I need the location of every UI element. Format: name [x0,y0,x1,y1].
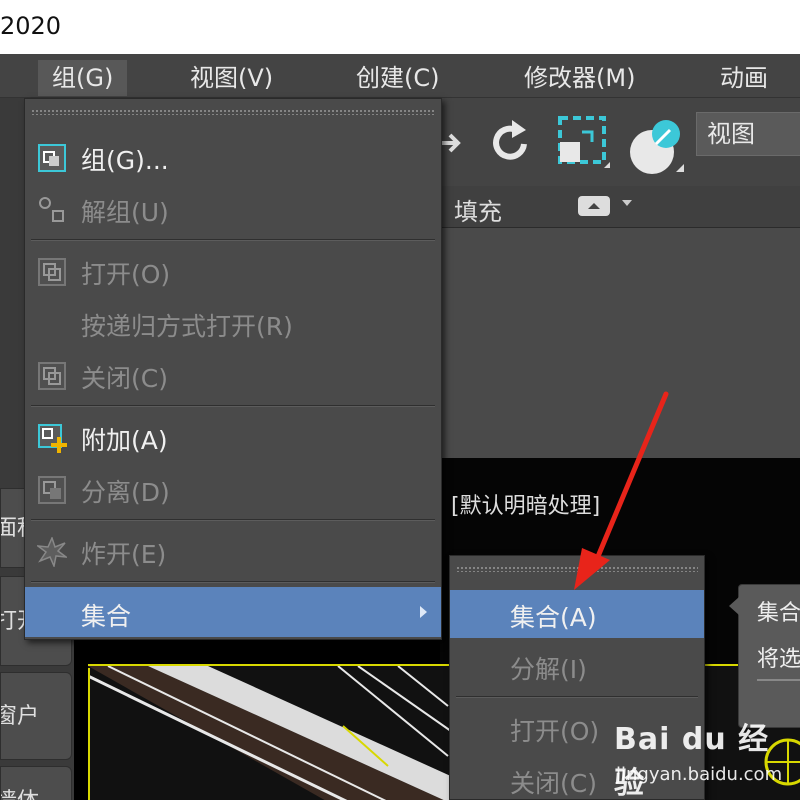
ribbon-panel [440,228,800,458]
open-group-icon [38,258,66,286]
ungroup-icon [39,197,64,222]
menu-create[interactable]: 创建(C) [342,60,453,96]
menu-animation[interactable]: 动画(A [706,60,800,128]
explode-icon [37,537,67,567]
redo-icon[interactable] [488,118,534,166]
tooltip-pointer [729,597,739,615]
menu-separator [31,405,435,407]
select-object-icon[interactable] [626,112,692,178]
submenu-tearoff-grip[interactable] [456,566,698,572]
menu-item-group[interactable]: 组(G)... [25,131,441,183]
group-icon [38,144,66,172]
menu-item-explode[interactable]: 炸开(E) [25,525,441,577]
eye-icon [588,203,600,209]
submenu-item-assemble[interactable]: 集合(A) [450,590,704,638]
menu-item-assembly[interactable]: 集合 [25,587,441,637]
menu-item-open[interactable]: 打开(O) [25,245,441,297]
close-group-icon [38,362,66,390]
menu-separator [31,581,435,583]
select-region-icon[interactable] [554,112,614,174]
submenu-item-disassemble[interactable]: 分解(I) [450,642,704,690]
tooltip-divider [757,679,800,681]
menu-view[interactable]: 视图(V) [176,60,287,96]
reference-coordinate-dropdown[interactable]: 视图 [696,112,800,156]
watermark-url: jingyan.baidu.com [616,764,783,785]
viewport-shading-label[interactable]: [默认明暗处理] [451,488,600,520]
fill-dropdown[interactable] [578,196,610,216]
menu-item-close[interactable]: 关闭(C) [25,349,441,401]
tooltip-description: 将选 [757,647,800,672]
chevron-down-icon[interactable] [622,200,632,206]
submenu-arrow-icon [420,606,427,618]
arrow-right-icon[interactable] [440,126,466,160]
menu-modifiers[interactable]: 修改器(M) [510,60,649,96]
menu-bar: 组(G) 视图(V) 创建(C) 修改器(M) 动画(A [0,54,800,128]
menu-separator [31,519,435,521]
menu-item-attach[interactable]: 附加(A) [25,411,441,463]
left-button-wall[interactable]: 墙体 [0,766,72,800]
attach-icon [38,424,67,453]
detach-icon [38,476,66,504]
window-title: 2020 [0,12,62,40]
ribbon-row: 填充 [440,186,800,228]
group-menu-dropdown: 组(G)... 解组(U) 打开(O) 按递归方式打开(R) 关闭(C) 附加(… [24,98,442,640]
menu-item-open-recursive[interactable]: 按递归方式打开(R) [25,297,441,349]
left-button-window[interactable]: 窗户 [0,672,72,760]
menu-item-detach[interactable]: 分离(D) [25,463,441,515]
tooltip-title: 集合 [757,601,800,626]
fill-label: 填充 [454,198,502,226]
menu-group[interactable]: 组(G) [38,60,128,96]
menu-item-ungroup[interactable]: 解组(U) [25,183,441,235]
menu-tearoff-grip[interactable] [31,109,435,115]
watermark-brand: Bai du 经验 [614,722,770,800]
baidu-watermark: Bai du 经验 jingyan.baidu.com [606,712,800,800]
window-title-bar: 2020 [0,0,800,54]
tooltip: 集合 将选 [729,584,800,728]
menu-separator [31,239,435,241]
submenu-separator [456,696,698,698]
